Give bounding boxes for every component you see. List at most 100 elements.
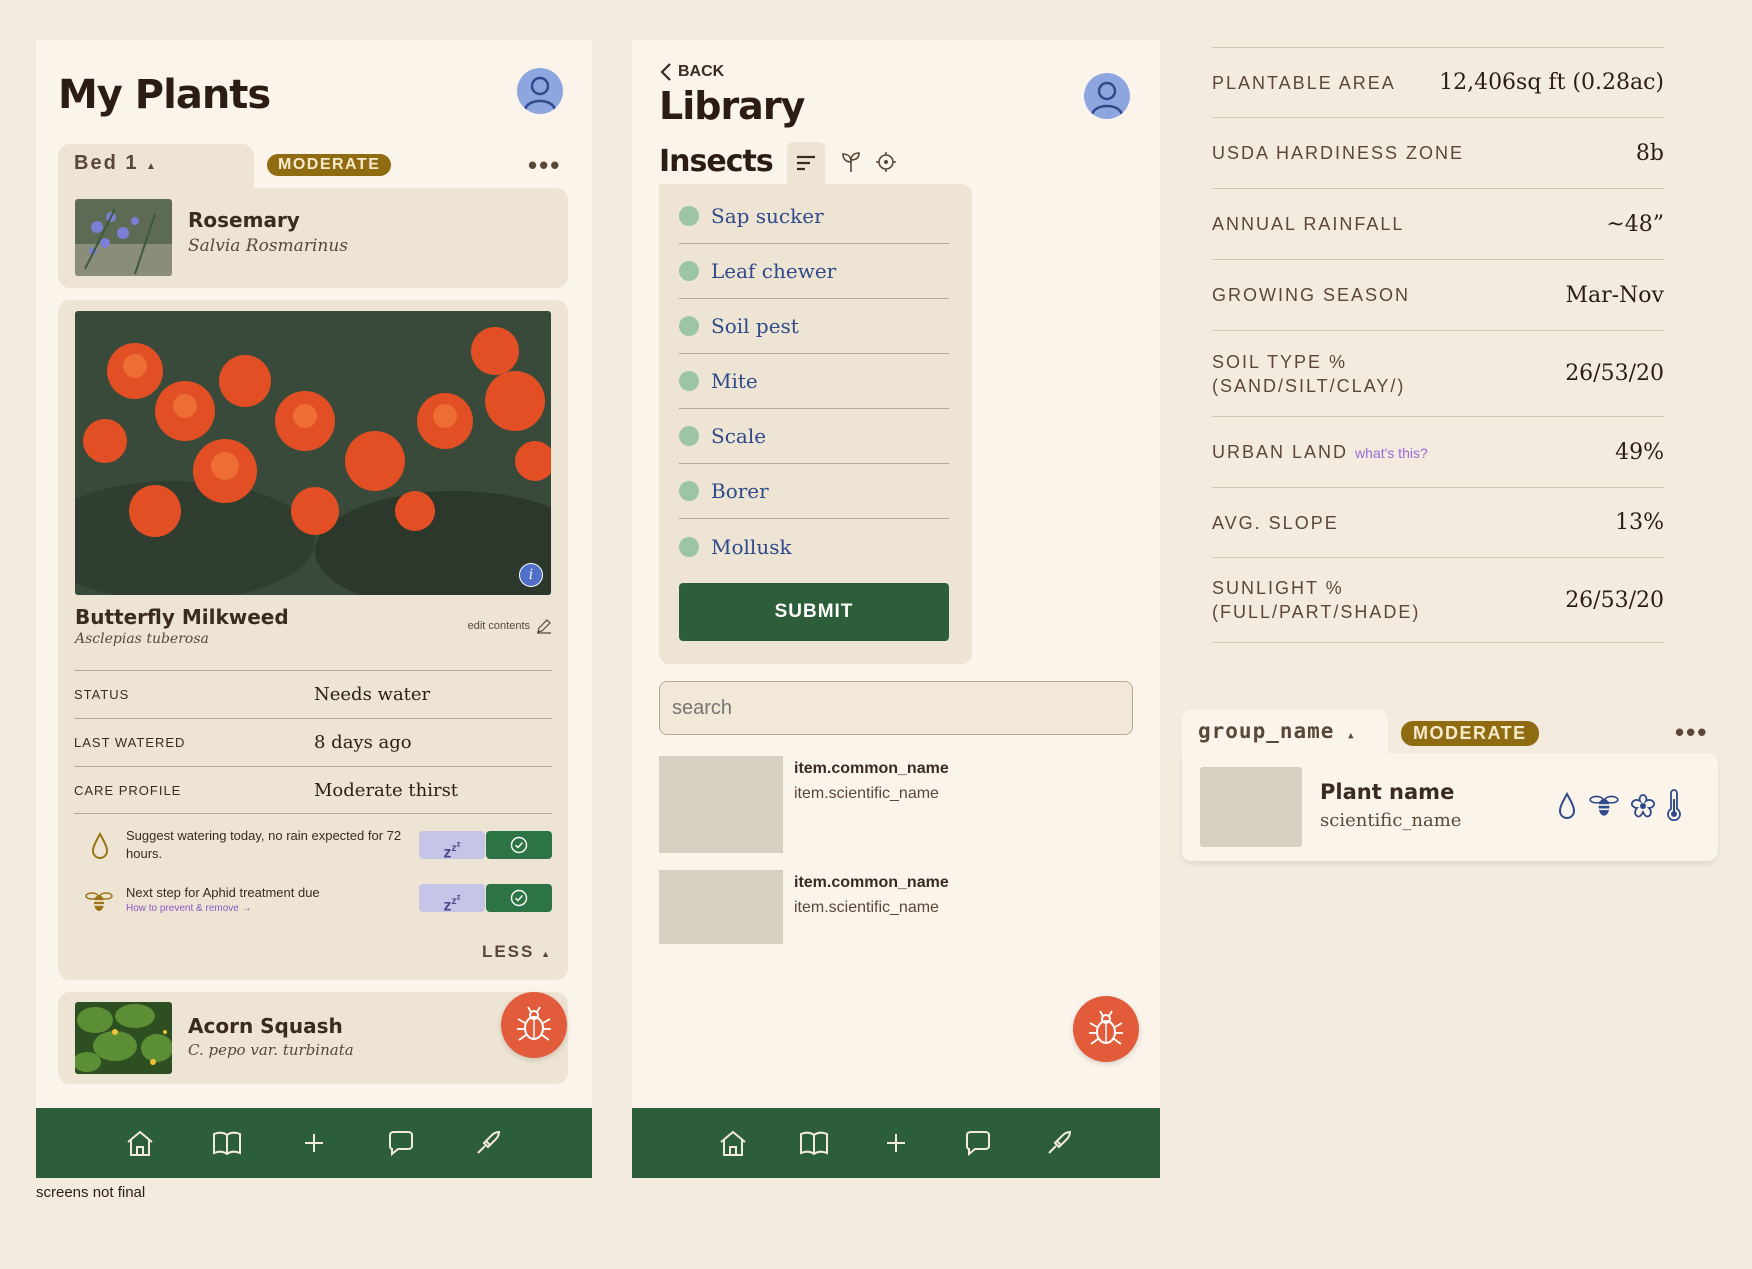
insect-option[interactable]: Scale <box>679 409 949 464</box>
chat-icon <box>965 1131 990 1157</box>
snooze-button[interactable]: zzz <box>419 884 485 915</box>
sprout-tab-button[interactable] <box>839 150 863 174</box>
snooze-button[interactable]: zzz <box>419 831 485 862</box>
insect-option[interactable]: Mite <box>679 354 949 409</box>
user-avatar[interactable] <box>1084 73 1130 119</box>
radio-dot <box>679 261 699 281</box>
pest-fab-button[interactable] <box>1073 996 1139 1062</box>
target-tab-button[interactable] <box>874 150 898 174</box>
plant-scientific-name: C. pepo var. turbinata <box>188 1041 354 1059</box>
nav-add-button[interactable] <box>294 1123 334 1163</box>
property-row: SOIL TYPE % (SAND/SILT/CLAY/) 26/53/20 <box>1212 330 1664 416</box>
library-screen: BACK Library Insects Sap sucker Leaf che… <box>632 40 1160 1178</box>
section-title: Insects <box>659 144 774 179</box>
sprout-icon <box>842 152 860 172</box>
nav-tools-button[interactable] <box>468 1123 508 1163</box>
how-to-link[interactable]: How to prevent & remove → <box>126 903 252 914</box>
acorn-squash-image <box>75 1002 172 1074</box>
nav-library-button[interactable] <box>207 1123 247 1163</box>
bed-selector[interactable]: Bed 1 ▲ <box>58 144 254 190</box>
my-plants-screen: My Plants Bed 1 ▲ MODERATE ••• Rosemary … <box>36 40 592 1178</box>
plus-icon <box>886 1134 905 1152</box>
plant-scientific-name: Asclepias tuberosa <box>75 631 209 647</box>
property-row: SUNLIGHT % (FULL/PART/SHADE) 26/53/20 <box>1212 557 1664 643</box>
complete-task-button[interactable] <box>486 884 552 912</box>
book-icon <box>212 1131 241 1156</box>
insect-option[interactable]: Leaf chewer <box>679 244 949 299</box>
library-item[interactable]: item.common_name item.scientific_name <box>659 870 1129 944</box>
nav-library-button[interactable] <box>794 1123 834 1163</box>
bee-icon <box>1589 795 1619 816</box>
plant-name: Butterfly Milkweed <box>75 605 289 629</box>
nav-chat-button[interactable] <box>958 1123 998 1163</box>
info-icon[interactable]: i <box>519 563 543 587</box>
back-label: BACK <box>678 63 725 80</box>
item-scientific-name: item.scientific_name <box>794 785 939 802</box>
home-icon <box>126 1130 153 1156</box>
user-icon <box>523 76 557 111</box>
more-options-icon[interactable]: ••• <box>1675 719 1708 745</box>
plant-card-rosemary[interactable]: Rosemary Salvia Rosmarinus <box>58 188 568 288</box>
plant-card-acorn-squash[interactable]: Acorn Squash C. pepo var. turbinata <box>58 992 568 1084</box>
bed-name: Bed 1 <box>74 152 139 174</box>
user-avatar[interactable] <box>517 68 563 114</box>
task-text: Next step for Aphid treatment due <box>126 885 320 900</box>
bee-icon <box>85 892 113 911</box>
search-input[interactable] <box>659 681 1133 735</box>
library-item[interactable]: item.common_name item.scientific_name <box>659 756 1129 853</box>
insect-option[interactable]: Soil pest <box>679 299 949 354</box>
group-tab[interactable]: group_name ▲ <box>1182 710 1388 758</box>
radio-dot <box>679 536 699 557</box>
item-thumbnail <box>659 756 783 853</box>
radio-dot <box>679 371 699 391</box>
task-watering: Suggest watering today, no rain expected… <box>74 825 552 869</box>
property-value: 26/53/20 <box>1565 361 1664 386</box>
nav-home-button[interactable] <box>120 1123 160 1163</box>
plant-name: Acorn Squash <box>188 1014 343 1038</box>
complete-task-button[interactable] <box>486 831 552 859</box>
status-row: STATUS Needs water <box>74 670 552 718</box>
nav-add-button[interactable] <box>876 1123 916 1163</box>
radio-dot <box>679 316 699 336</box>
nav-home-button[interactable] <box>713 1123 753 1163</box>
label-line-2: (SAND/SILT/CLAY/) <box>1212 375 1406 396</box>
insect-label: Leaf chewer <box>711 259 837 283</box>
insect-option[interactable]: Borer <box>679 464 949 519</box>
filter-tab-button[interactable] <box>787 142 825 184</box>
whats-this-link[interactable]: what's this? <box>1355 445 1428 461</box>
insect-option[interactable]: Sap sucker <box>679 189 949 244</box>
plant-card-template[interactable]: Plant name scientific_name <box>1182 753 1718 861</box>
check-icon <box>510 889 528 907</box>
property-row: PLANTABLE AREA 12,406sq ft (0.28ac) <box>1212 47 1664 117</box>
flower-icon <box>1630 794 1656 818</box>
radio-dot <box>679 426 699 446</box>
more-options-icon[interactable]: ••• <box>528 152 561 178</box>
plant-name: Plant name <box>1320 780 1455 804</box>
nav-tools-button[interactable] <box>1039 1123 1079 1163</box>
bug-icon <box>1089 1010 1123 1045</box>
plant-thumbnail <box>1200 767 1302 847</box>
property-value: 12,406sq ft (0.28ac) <box>1439 70 1664 95</box>
back-button[interactable]: BACK <box>660 62 724 82</box>
pest-fab-button[interactable] <box>501 992 567 1058</box>
property-value: Mar-Nov <box>1565 282 1664 308</box>
item-common-name: item.common_name <box>794 760 949 777</box>
insect-option[interactable]: Mollusk <box>679 519 949 574</box>
label-line-1: SUNLIGHT % <box>1212 578 1344 598</box>
label-line-1: URBAN LAND <box>1212 441 1349 462</box>
nav-chat-button[interactable] <box>381 1123 421 1163</box>
insect-label: Mollusk <box>711 534 792 559</box>
trowel-icon <box>1048 1130 1072 1154</box>
row-label: LAST WATERED <box>74 735 186 750</box>
property-value: 8b <box>1635 140 1664 166</box>
thermometer-icon <box>1667 789 1681 821</box>
less-toggle[interactable]: LESS ▲ <box>482 942 552 962</box>
property-label: USDA HARDINESS ZONE <box>1212 143 1465 163</box>
insect-label: Sap sucker <box>711 204 824 228</box>
item-scientific-name: item.scientific_name <box>794 899 939 916</box>
water-drop-icon <box>91 831 109 859</box>
edit-contents-label: edit contents <box>467 620 530 632</box>
submit-button[interactable]: SUBMIT <box>679 583 949 641</box>
group-name: group_name <box>1198 719 1335 743</box>
edit-contents-button[interactable]: edit contents <box>468 618 552 634</box>
